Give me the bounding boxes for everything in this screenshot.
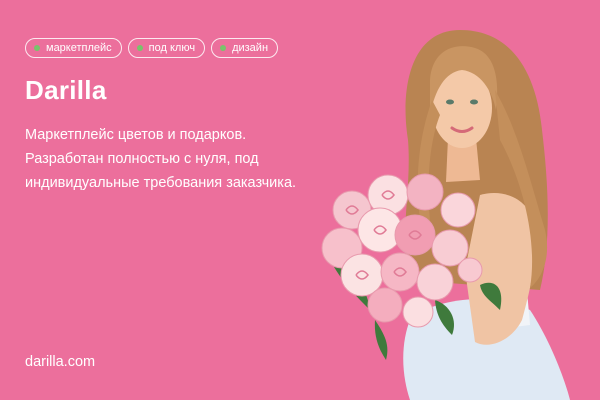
tag-dot-icon [34,45,40,51]
tag-list: маркетплейс под ключ дизайн [25,38,279,58]
promo-card: маркетплейс под ключ дизайн Darilla Марк… [0,0,600,400]
hero-photo [321,30,570,400]
tag-label: маркетплейс [46,42,112,54]
tag-marketplace: маркетплейс [25,38,122,58]
site-domain-link[interactable]: darilla.com [25,354,95,370]
tag-dot-icon [220,45,227,51]
tag-turnkey: под ключ [127,38,206,58]
tag-label: под ключ [148,42,196,54]
page-title: Darilla [25,75,107,105]
tag-label: дизайн [232,42,269,54]
tag-dot-icon [136,45,143,51]
tag-design: дизайн [211,38,279,58]
